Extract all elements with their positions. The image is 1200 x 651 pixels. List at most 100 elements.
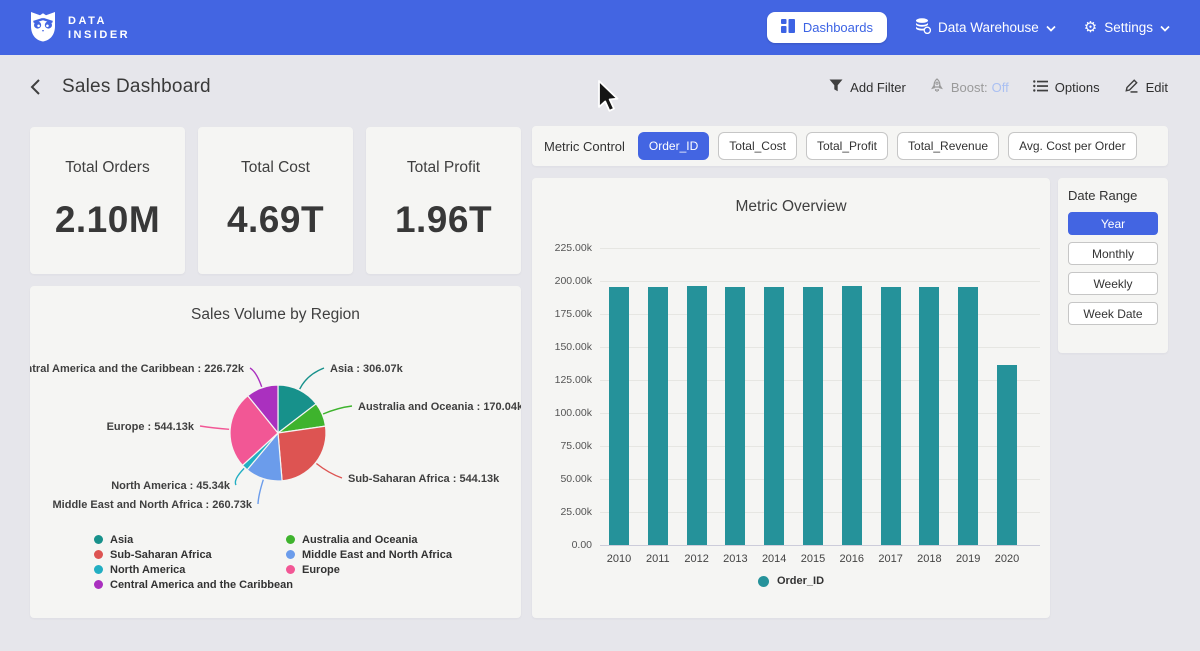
kpi-label: Total Orders [65,159,149,177]
bar-2016[interactable] [842,286,862,545]
pie-legend-item-australia-and-oceania[interactable]: Australia and Oceania [286,532,452,547]
x-axis-tick: 2015 [793,553,833,565]
pie-chart-card: Sales Volume by Region Asia : 306.07kAus… [30,286,521,618]
bar-legend-label: Order_ID [777,575,824,587]
kpi-card-total-cost: Total Cost 4.69T [198,127,353,274]
legend-dot [94,580,103,589]
gear-icon: ⚙ [1084,20,1097,35]
metric-control-bar: Metric Control Order_IDTotal_CostTotal_P… [532,126,1168,166]
y-axis-tick: 25.00k [536,506,592,518]
nav-settings-menu[interactable]: ⚙ Settings [1084,20,1170,35]
chevron-down-icon [1046,20,1056,35]
bar-2013[interactable] [725,287,745,545]
bar-2014[interactable] [764,287,784,545]
bar-2011[interactable] [648,287,668,545]
nav-data-warehouse-menu[interactable]: Data Warehouse [915,18,1056,37]
pie-slice-label: Middle East and North Africa : 260.73k [53,499,253,511]
pie-legend-item-central-america-and-the-caribbean[interactable]: Central America and the Caribbean [94,577,293,592]
bar-2017[interactable] [881,287,901,545]
page-title: Sales Dashboard [62,76,211,98]
y-axis-tick: 200.00k [536,275,592,287]
bar-2015[interactable] [803,287,823,545]
date-range-options: Year Monthly Weekly Week Date [1068,212,1158,325]
page-header: Sales Dashboard Add Filter Boost: Off [0,55,1200,119]
legend-label: Europe [302,564,340,576]
pie-legend-column-2: Australia and Oceania Middle East and Nor… [286,532,452,577]
pie-legend-item-europe[interactable]: Europe [286,562,452,577]
legend-dot [758,576,769,587]
y-axis-tick: 125.00k [536,374,592,386]
dashboard-grid-icon [781,19,795,36]
date-range-option-week-date[interactable]: Week Date [1068,302,1158,325]
pie-legend-item-middle-east-and-north-africa[interactable]: Middle East and North Africa [286,547,452,562]
x-axis-tick: 2020 [987,553,1027,565]
pie-slice-label: Central America and the Caribbean : 226.… [30,363,245,375]
bar-2020[interactable] [997,365,1017,545]
bar-chart-card: Metric Overview 225.00k200.00k175.00k150… [532,178,1050,618]
pie-legend-column-1: Asia Sub-Saharan AfricaNorth AmericaCentr… [94,532,293,592]
legend-label: Middle East and North Africa [302,549,452,561]
legend-label: Australia and Oceania [302,534,418,546]
pie-slice-sub-saharan-africa[interactable] [278,426,326,481]
brand-text: DATA INSIDER [68,14,130,42]
add-filter-button[interactable]: Add Filter [829,79,906,95]
pie-slice-label: Asia : 306.07k [330,363,404,375]
legend-dot [286,565,295,574]
pie-leader-line [258,480,263,504]
kpi-value: 4.69T [227,199,324,241]
rocket-icon [930,78,944,96]
x-axis-tick: 2011 [638,553,678,565]
y-axis-tick: 100.00k [536,407,592,419]
legend-label: Asia [110,534,133,546]
boost-toggle[interactable]: Boost: Off [930,78,1009,96]
edit-button[interactable]: Edit [1124,78,1168,96]
y-axis-tick: 75.00k [536,440,592,452]
date-range-option-monthly[interactable]: Monthly [1068,242,1158,265]
kpi-value: 1.96T [395,199,492,241]
brand-logo[interactable]: DATA INSIDER [28,9,130,47]
pie-slice-label: Sub-Saharan Africa : 544.13k [348,473,500,485]
y-axis-tick: 50.00k [536,473,592,485]
gridline [600,281,1040,282]
bar-2010[interactable] [609,287,629,545]
kpi-label: Total Cost [241,159,310,177]
date-range-option-weekly[interactable]: Weekly [1068,272,1158,295]
bar-2012[interactable] [687,286,707,545]
pie-legend-item-north-america[interactable]: North America [94,562,293,577]
legend-label: Sub-Saharan Africa [110,549,212,561]
pie-slice-label: North America : 45.34k [111,480,231,492]
legend-dot [94,550,103,559]
kpi-label: Total Profit [407,159,480,177]
metric-option-total-revenue[interactable]: Total_Revenue [897,132,999,160]
x-axis-tick: 2014 [754,553,794,565]
list-options-icon [1033,80,1048,95]
date-range-label: Date Range [1068,188,1158,203]
bar-2019[interactable] [958,287,978,545]
y-axis-tick: 225.00k [536,242,592,254]
y-axis-tick: 175.00k [536,308,592,320]
date-range-panel: Date Range Year Monthly Weekly Week Date [1058,178,1168,353]
database-icon [915,18,931,37]
back-button[interactable] [28,77,42,97]
x-axis-tick: 2018 [909,553,949,565]
metric-option-order-id[interactable]: Order_ID [638,132,709,160]
bar-chart: 225.00k 200.00k 175.00k 150.00k 125.00k 100.0… [532,178,1050,618]
pie-legend-item-sub-saharan-africa[interactable]: Sub-Saharan Africa [94,547,293,562]
bar-chart-legend[interactable]: Order_ID [532,575,1050,587]
pie-legend-item-asia[interactable]: Asia [94,532,293,547]
nav-dashboards-button[interactable]: Dashboards [767,12,887,43]
metric-option-total-profit[interactable]: Total_Profit [806,132,888,160]
metric-option-total-cost[interactable]: Total_Cost [718,132,797,160]
pie-slice-label: Europe : 544.13k [107,421,195,433]
bar-2018[interactable] [919,287,939,545]
pie-slice-label: Australia and Oceania : 170.04k [358,401,521,413]
metric-control-options: Order_ID Total_Cost Total_Profit Total_Reve… [638,132,1137,160]
metric-option-avg-cost-per-order[interactable]: Avg. Cost per Order [1008,132,1137,160]
pie-leader-line [235,468,244,485]
top-nav: DATA INSIDER Dashboards [0,0,1200,55]
y-axis-tick: 150.00k [536,341,592,353]
pie-leader-line [200,426,229,429]
date-range-option-year[interactable]: Year [1068,212,1158,235]
chevron-down-icon [1160,20,1170,35]
options-button[interactable]: Options [1033,80,1100,95]
